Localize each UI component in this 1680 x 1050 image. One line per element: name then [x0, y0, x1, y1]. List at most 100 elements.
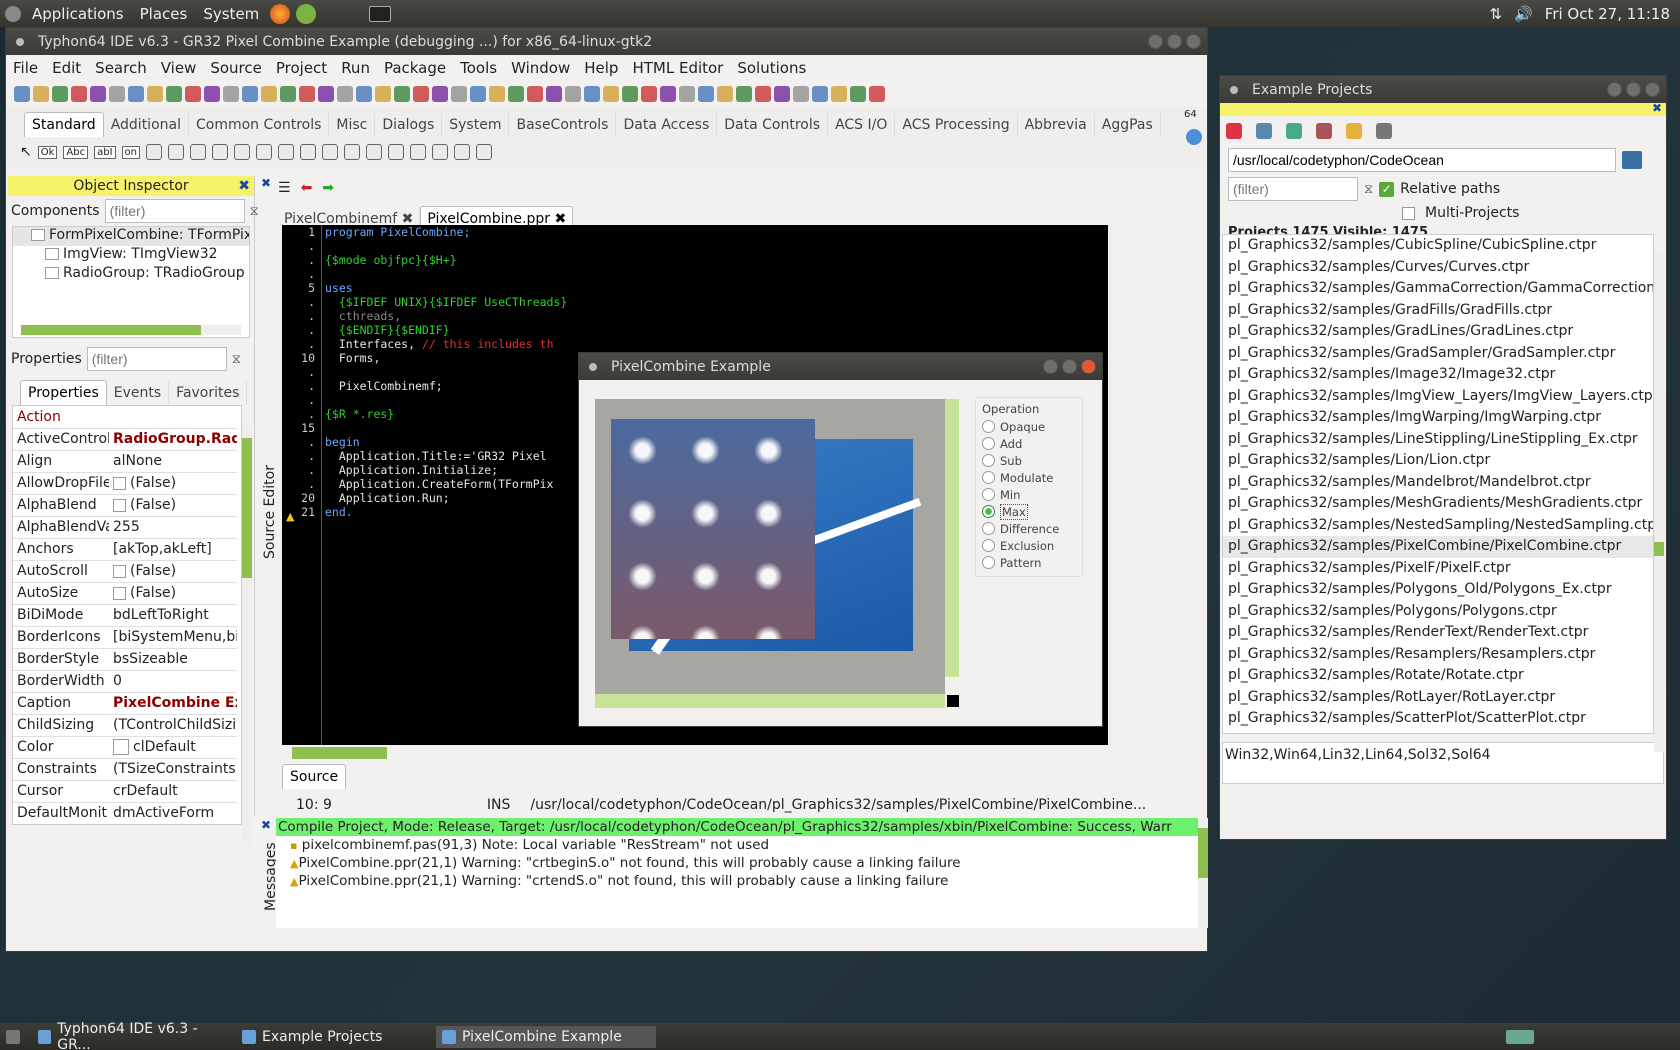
workspace-switcher[interactable]	[1500, 1026, 1540, 1048]
minimize-button[interactable]	[1148, 34, 1163, 49]
toolbar-button[interactable]	[432, 86, 448, 102]
palette-component-button[interactable]	[190, 144, 206, 160]
build-icon[interactable]	[1256, 123, 1272, 139]
window-menu-icon[interactable]	[589, 362, 597, 371]
property-row[interactable]: BiDiMode bdLeftToRight	[13, 604, 237, 627]
toolbar-button[interactable]	[736, 86, 752, 102]
radio-option-modulate[interactable]: Modulate	[982, 469, 1076, 486]
toolbar-button[interactable]	[33, 86, 49, 102]
messages-vscrollbar[interactable]	[1198, 818, 1208, 928]
menu-solutions[interactable]: Solutions	[730, 59, 813, 77]
property-checkbox[interactable]	[113, 476, 126, 490]
projects-vscrollbar[interactable]	[1654, 252, 1664, 752]
palette-component-button[interactable]: on	[121, 145, 140, 159]
project-item[interactable]: pl_Graphics32/samples/NestedSampling/Nes…	[1223, 515, 1653, 537]
toolbar-button[interactable]	[774, 86, 790, 102]
menu-view[interactable]: View	[154, 59, 204, 77]
radio-option-opaque[interactable]: Opaque	[982, 418, 1076, 435]
multi-projects-checkbox[interactable]	[1402, 206, 1415, 220]
palette-tab-system[interactable]: System	[442, 113, 510, 137]
toolbar-button[interactable]	[280, 86, 296, 102]
tree-item-radiogroup[interactable]: RadioGroup: TRadioGroup	[13, 265, 249, 284]
pixelcombine-titlebar[interactable]: PixelCombine Example	[579, 353, 1102, 380]
code-line[interactable]	[325, 267, 1105, 281]
tree-hscrollbar[interactable]	[21, 325, 241, 335]
menu-help[interactable]: Help	[577, 59, 625, 77]
taskbar-item-pixelcombine[interactable]: PixelCombine Example	[436, 1026, 656, 1048]
tab-favorites[interactable]: Favorites	[169, 381, 248, 405]
message-item[interactable]: ▪ pixelcombinemf.pas(91,3) Note: Local v…	[276, 836, 1198, 854]
taskbar-item-example-projects[interactable]: Example Projects	[236, 1026, 436, 1048]
palette-tab-aggpas[interactable]: AggPas	[1095, 113, 1161, 137]
menu-places[interactable]: Places	[132, 5, 196, 23]
toolbar-button[interactable]	[831, 86, 847, 102]
property-value[interactable]: 255	[109, 516, 237, 539]
project-item[interactable]: pl_Graphics32/samples/Resamplers/Resampl…	[1223, 644, 1653, 666]
image-view[interactable]	[595, 399, 945, 694]
toolbar-button[interactable]	[375, 86, 391, 102]
menu-run[interactable]: Run	[334, 59, 377, 77]
property-checkbox[interactable]	[113, 586, 126, 600]
palette-tab-dialogs[interactable]: Dialogs	[375, 113, 443, 137]
toolbar-button[interactable]	[584, 86, 600, 102]
ide-titlebar[interactable]: Typhon64 IDE v6.3 - GR32 Pixel Combine E…	[6, 28, 1207, 55]
property-value[interactable]: alNone	[109, 450, 237, 473]
browse-folder-icon[interactable]	[1622, 151, 1642, 169]
message-item[interactable]: ▲PixelCombine.ppr(21,1) Warning: "crtend…	[276, 872, 1198, 890]
palette-component-button[interactable]	[366, 144, 382, 160]
property-value[interactable]: [biSystemMenu,biM	[109, 626, 237, 649]
property-value[interactable]: crDefault	[109, 780, 237, 803]
maximize-button[interactable]	[1626, 82, 1641, 97]
toolbar-button[interactable]	[641, 86, 657, 102]
palette-tab-data-access[interactable]: Data Access	[616, 113, 718, 137]
relative-paths-checkbox[interactable]: ✓	[1379, 181, 1395, 197]
toolbar-button[interactable]	[337, 86, 353, 102]
palette-component-button[interactable]	[256, 144, 272, 160]
window-menu-icon[interactable]	[1230, 85, 1238, 94]
code-line[interactable]: cthreads,	[325, 309, 1105, 323]
toolbar-button[interactable]	[793, 86, 809, 102]
toolbar-button[interactable]	[660, 86, 676, 102]
property-value[interactable]: [akTop,akLeft]	[109, 538, 237, 561]
toolbar-button[interactable]	[223, 86, 239, 102]
code-line[interactable]	[325, 239, 1105, 253]
palette-tab-standard[interactable]: Standard	[24, 112, 104, 137]
property-value[interactable]	[109, 406, 237, 429]
minimize-button[interactable]	[1607, 82, 1622, 97]
tab-source[interactable]: Source	[282, 764, 347, 789]
property-value[interactable]: PixelCombine Exar	[109, 692, 237, 715]
property-value[interactable]: (False)	[109, 582, 237, 605]
property-row[interactable]: CaptionPixelCombine Exar	[13, 692, 237, 715]
property-row[interactable]: ActiveControlRadioGroup.RadioI	[13, 428, 237, 451]
palette-component-button[interactable]	[410, 144, 426, 160]
menu-html-editor[interactable]: HTML Editor	[625, 59, 730, 77]
property-row[interactable]: Align alNone	[13, 450, 237, 473]
show-desktop-icon[interactable]	[0, 1026, 28, 1048]
toolbar-button[interactable]	[679, 86, 695, 102]
toolbar-button[interactable]	[413, 86, 429, 102]
toolbar-button[interactable]	[185, 86, 201, 102]
project-item[interactable]: pl_Graphics32/samples/ImgView_Layers/Img…	[1223, 386, 1653, 408]
project-item[interactable]: pl_Graphics32/samples/GradFills/GradFill…	[1223, 300, 1653, 322]
menu-file[interactable]: File	[6, 59, 45, 77]
close-button[interactable]	[1645, 82, 1660, 97]
maximize-button[interactable]	[1167, 34, 1182, 49]
taskbar-item-ide[interactable]: Typhon64 IDE v6.3 - GR...	[32, 1021, 232, 1050]
image-hscrollbar[interactable]	[595, 694, 945, 708]
property-row[interactable]: DefaultMonit dmActiveForm	[13, 802, 237, 824]
close-button[interactable]	[1081, 359, 1096, 374]
property-value[interactable]: (False)	[109, 560, 237, 583]
toolbar-button[interactable]	[204, 86, 220, 102]
palette-component-button[interactable]	[476, 144, 492, 160]
toolbar-button[interactable]	[850, 86, 866, 102]
property-row[interactable]: AutoSize (False)	[13, 582, 237, 605]
forward-arrow-icon[interactable]: ➡	[322, 180, 334, 196]
terminal-icon[interactable]	[369, 5, 392, 22]
radio-option-sub[interactable]: Sub	[982, 452, 1076, 469]
volume-icon[interactable]: 🔊	[1514, 5, 1533, 23]
projects-filter-input[interactable]	[1228, 177, 1358, 201]
palette-tab-basecontrols[interactable]: BaseControls	[509, 113, 617, 137]
palette-component-button[interactable]	[278, 144, 294, 160]
radio-option-pattern[interactable]: Pattern	[982, 554, 1076, 571]
property-value[interactable]: clDefault	[109, 736, 237, 759]
